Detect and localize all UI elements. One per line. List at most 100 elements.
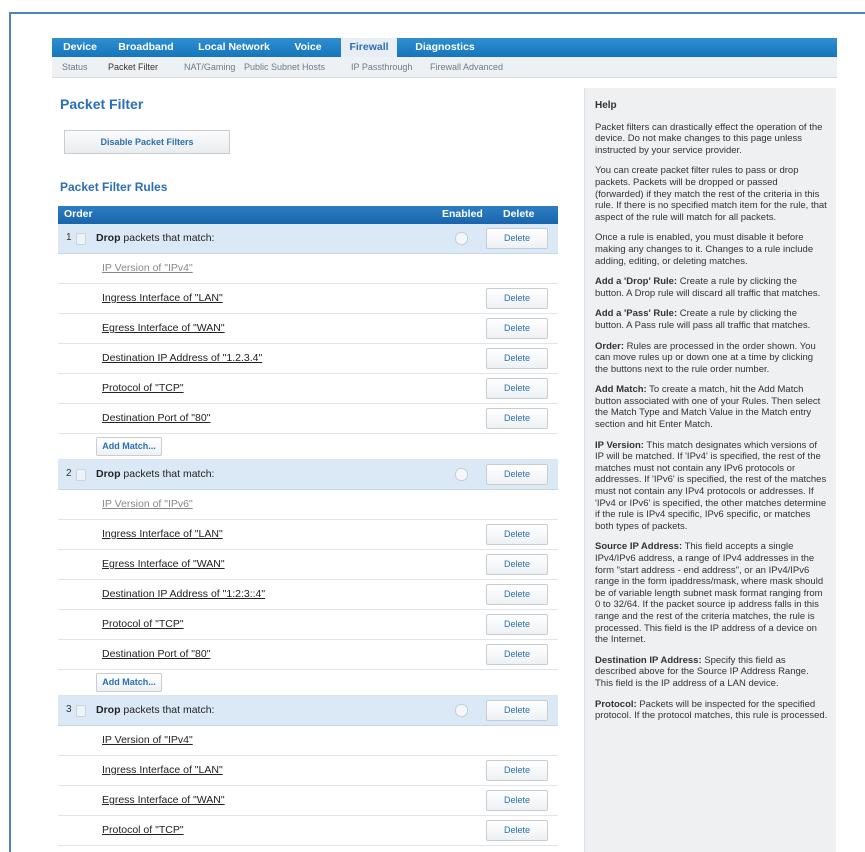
- delete-rule-button[interactable]: Delete: [486, 228, 548, 249]
- match-link[interactable]: IP Version of "IPv6": [102, 498, 193, 510]
- rule-move-icon[interactable]: [76, 705, 86, 717]
- match-link[interactable]: Protocol of "TCP": [102, 382, 184, 394]
- help-paragraph: You can create packet filter rules to pa…: [595, 165, 828, 223]
- delete-match-button[interactable]: Delete: [486, 584, 548, 605]
- help-text: Rules are processed in the order shown. …: [595, 340, 816, 375]
- match-link[interactable]: Protocol of "TCP": [102, 618, 184, 630]
- delete-match-button[interactable]: Delete: [486, 790, 548, 811]
- help-paragraph: Source IP Address: This field accepts a …: [595, 541, 828, 645]
- help-text: You can create packet filter rules to pa…: [595, 165, 827, 223]
- help-term: Add a 'Pass' Rule:: [595, 308, 678, 320]
- help-term: Add Match:: [595, 384, 647, 396]
- delete-match-button[interactable]: Delete: [486, 760, 548, 781]
- rule-row: 1 Drop packets that match: Delete: [58, 224, 558, 254]
- add-match-row: Add Match...: [58, 434, 558, 460]
- match-link[interactable]: Destination IP Address of "1.2.3.4": [102, 352, 262, 364]
- tab-local-network[interactable]: Local Network: [196, 38, 272, 57]
- delete-match-button[interactable]: Delete: [486, 318, 548, 339]
- help-text: This field accepts a single IPv4/IPv6 ad…: [595, 541, 824, 646]
- match-row: Destination IP Address of "1:2:3::4" Dele…: [58, 580, 558, 610]
- header-enabled: Enabled: [442, 208, 483, 220]
- rule-description: Drop packets that match:: [96, 232, 214, 244]
- match-row: Egress Interface of "WAN" Delete: [58, 786, 558, 816]
- match-row: Egress Interface of "WAN" Delete: [58, 314, 558, 344]
- help-title: Help: [595, 100, 617, 111]
- rule-row: 3 Drop packets that match: Delete: [58, 696, 558, 726]
- help-paragraph: Packet filters can drastically effect th…: [595, 122, 828, 157]
- rule-enabled-checkbox[interactable]: [455, 704, 468, 717]
- subtab-public-subnet-hosts[interactable]: Public Subnet Hosts: [244, 57, 325, 77]
- delete-match-button[interactable]: Delete: [486, 524, 548, 545]
- delete-match-button[interactable]: Delete: [486, 378, 548, 399]
- match-row: Protocol of "TCP" Delete: [58, 374, 558, 404]
- subtab-status[interactable]: Status: [62, 57, 88, 77]
- match-link[interactable]: IP Version of "IPv4": [102, 734, 193, 746]
- rule-description-suffix: packets that match:: [120, 704, 215, 716]
- match-row: IP Version of "IPv4": [58, 726, 558, 756]
- delete-match-button[interactable]: Delete: [486, 554, 548, 575]
- rule-order-number: 3: [66, 704, 72, 715]
- header-order: Order: [64, 208, 93, 220]
- match-link[interactable]: Egress Interface of "WAN": [102, 322, 225, 334]
- rule-description-suffix: packets that match:: [120, 232, 215, 244]
- subtab-packet-filter[interactable]: Packet Filter: [108, 57, 158, 77]
- delete-match-button[interactable]: Delete: [486, 348, 548, 369]
- match-row: IP Version of "IPv6": [58, 490, 558, 520]
- tab-device[interactable]: Device: [60, 38, 100, 57]
- help-term: Destination IP Address:: [595, 654, 702, 666]
- help-term: IP Version:: [595, 439, 644, 451]
- add-match-button[interactable]: Add Match...: [96, 673, 162, 692]
- match-link[interactable]: Egress Interface of "WAN": [102, 558, 225, 570]
- subtab-ip-passthrough[interactable]: IP Passthrough: [351, 57, 412, 77]
- rule-description-suffix: packets that match:: [120, 468, 215, 480]
- delete-rule-button[interactable]: Delete: [486, 700, 548, 721]
- rule-enabled-checkbox[interactable]: [455, 232, 468, 245]
- tab-firewall[interactable]: Firewall: [341, 38, 397, 57]
- add-match-button[interactable]: Add Match...: [96, 437, 162, 456]
- disable-packet-filters-button[interactable]: Disable Packet Filters: [64, 130, 230, 154]
- match-row: Destination Port of "80" Delete: [58, 404, 558, 434]
- rule-enabled-checkbox[interactable]: [455, 468, 468, 481]
- help-paragraph: Protocol: Packets will be inspected for …: [595, 699, 828, 722]
- match-link[interactable]: IP Version of "IPv4": [102, 262, 193, 274]
- help-paragraph: IP Version: This match designates which …: [595, 440, 828, 533]
- match-link[interactable]: Destination Port of "80": [102, 648, 210, 660]
- rule-action: Drop: [96, 468, 121, 480]
- help-term: Add a 'Drop' Rule:: [595, 276, 678, 288]
- help-paragraph: Add a 'Drop' Rule: Create a rule by clic…: [595, 276, 828, 299]
- tab-voice[interactable]: Voice: [290, 38, 326, 57]
- top-strip: [0, 0, 865, 6]
- delete-match-button[interactable]: Delete: [486, 820, 548, 841]
- help-text: This match designates which versions of …: [595, 439, 827, 532]
- match-link[interactable]: Egress Interface of "WAN": [102, 794, 225, 806]
- subtab-firewall-advanced[interactable]: Firewall Advanced: [430, 57, 503, 77]
- rule-move-icon[interactable]: [76, 469, 86, 481]
- delete-match-button[interactable]: Delete: [486, 288, 548, 309]
- match-row: Protocol of "TCP" Delete: [58, 610, 558, 640]
- sub-nav: Status Packet Filter NAT/Gaming Public S…: [52, 57, 837, 78]
- delete-match-button[interactable]: Delete: [486, 408, 548, 429]
- delete-match-button[interactable]: Delete: [486, 644, 548, 665]
- help-paragraph: Destination IP Address: Specify this fie…: [595, 655, 828, 690]
- delete-match-button[interactable]: Delete: [486, 614, 548, 635]
- match-link[interactable]: Destination IP Address of "1:2:3::4": [102, 588, 265, 600]
- rule-move-icon[interactable]: [76, 233, 86, 245]
- help-body: Packet filters can drastically effect th…: [595, 122, 828, 722]
- rules-section-title: Packet Filter Rules: [60, 180, 168, 194]
- help-term: Order:: [595, 340, 625, 352]
- tab-broadband[interactable]: Broadband: [116, 38, 176, 57]
- match-link[interactable]: Ingress Interface of "LAN": [102, 292, 223, 304]
- page-title: Packet Filter: [60, 96, 144, 112]
- match-link[interactable]: Protocol of "TCP": [102, 824, 184, 836]
- match-link[interactable]: Ingress Interface of "LAN": [102, 764, 223, 776]
- tab-diagnostics[interactable]: Diagnostics: [412, 38, 478, 57]
- subtab-nat-gaming[interactable]: NAT/Gaming: [184, 57, 235, 77]
- match-link[interactable]: Ingress Interface of "LAN": [102, 528, 223, 540]
- match-row: Destination Port of "80" Delete: [58, 640, 558, 670]
- match-row: Protocol of "TCP" Delete: [58, 816, 558, 846]
- delete-rule-button[interactable]: Delete: [486, 464, 548, 485]
- main-content: Packet Filter Disable Packet Filters Pac…: [52, 88, 570, 852]
- match-link[interactable]: Destination Port of "80": [102, 412, 210, 424]
- table-header: Order Enabled Delete: [58, 206, 558, 224]
- rule-action: Drop: [96, 232, 121, 244]
